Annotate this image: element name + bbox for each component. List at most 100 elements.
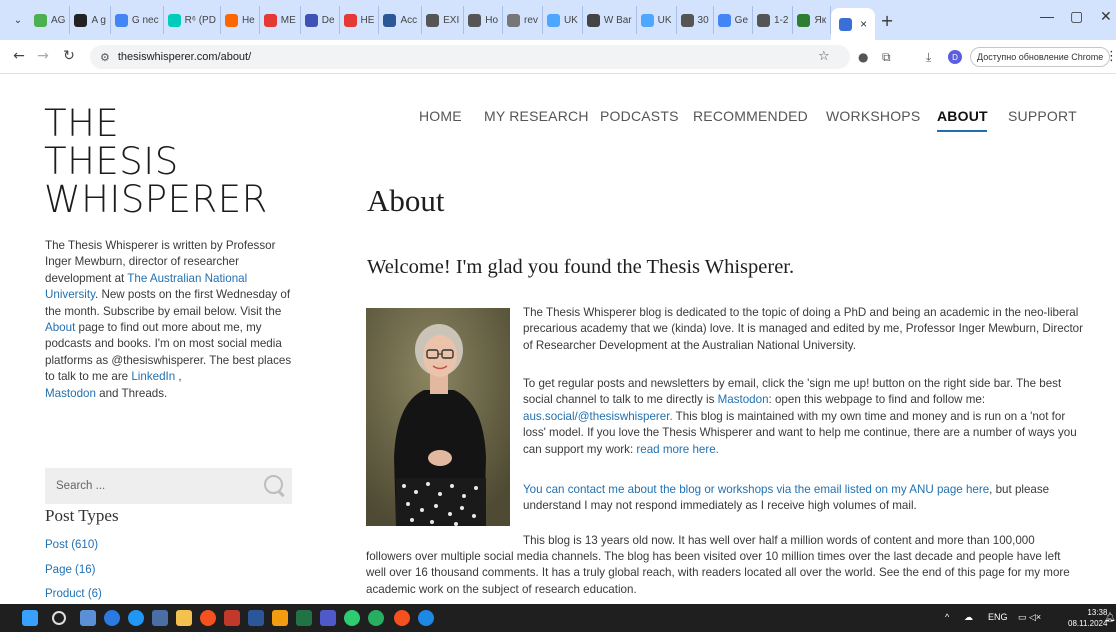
close-window-icon[interactable]: ✕ bbox=[1100, 8, 1112, 25]
app-icon[interactable] bbox=[80, 610, 96, 626]
close-tab-icon[interactable]: × bbox=[860, 17, 867, 31]
tab-label: AG bbox=[51, 14, 66, 26]
browser-tab[interactable]: Ho bbox=[464, 6, 504, 34]
chrome-icon[interactable] bbox=[200, 610, 216, 626]
nav-item-home[interactable]: HOME bbox=[419, 108, 462, 124]
tab-favicon-icon bbox=[757, 13, 771, 27]
browser-menu-icon[interactable]: ⋮ bbox=[1105, 49, 1116, 64]
tab-favicon-icon bbox=[507, 13, 521, 27]
teams-icon[interactable] bbox=[320, 610, 336, 626]
minimize-icon[interactable]: — bbox=[1040, 8, 1054, 24]
browser-tab[interactable]: Як bbox=[793, 6, 832, 34]
browser-tab[interactable]: Acc bbox=[379, 6, 423, 34]
extension-icon[interactable]: ● bbox=[858, 50, 868, 64]
nav-item-podcasts[interactable]: PODCASTS bbox=[600, 108, 679, 124]
search-input[interactable]: Search ... bbox=[56, 480, 256, 492]
tab-label: rev bbox=[524, 14, 538, 26]
bookmark-star-icon[interactable]: ☆ bbox=[818, 49, 830, 64]
word-icon[interactable] bbox=[248, 610, 264, 626]
main-navigation: HOME MY RESEARCH PODCASTS RECOMMENDED WORKSH… bbox=[0, 108, 1116, 132]
nav-item-support[interactable]: SUPPORT bbox=[1008, 108, 1077, 124]
powerpoint-icon[interactable] bbox=[224, 610, 240, 626]
about-paragraph-4-rest: followers over multiple social media cha… bbox=[366, 550, 1070, 596]
tab-favicon-icon bbox=[680, 13, 694, 27]
app-icon[interactable] bbox=[128, 610, 144, 626]
site-info-icon[interactable]: ⚙ bbox=[100, 51, 110, 64]
app-icon[interactable] bbox=[272, 610, 288, 626]
nav-item-workshops[interactable]: WORKSHOPS bbox=[826, 108, 920, 124]
address-bar[interactable]: ⚙ thesiswhisperer.com/about/ bbox=[90, 45, 850, 69]
wifi-sound-icon[interactable]: ▭ ◁× bbox=[1018, 612, 1041, 623]
browser-tab[interactable]: HE bbox=[340, 6, 380, 34]
post-type-link[interactable]: Page (16) bbox=[45, 558, 102, 583]
browser-tab[interactable]: De bbox=[301, 6, 340, 34]
clock-time: 13:38 bbox=[1087, 608, 1108, 617]
app-icon[interactable] bbox=[368, 610, 384, 626]
restore-icon[interactable]: ▢ bbox=[1070, 8, 1083, 25]
tab-favicon-icon bbox=[546, 13, 560, 27]
anu-page-contact-link[interactable]: You can contact me about the blog or wor… bbox=[523, 483, 989, 496]
nav-item-recommended[interactable]: RECOMMENDED bbox=[693, 108, 808, 124]
tab-label: UK bbox=[657, 14, 672, 26]
browser-tab[interactable]: rev bbox=[503, 6, 543, 34]
language-indicator[interactable]: ENG bbox=[988, 612, 1008, 622]
extensions-puzzle-icon[interactable]: ⧉ bbox=[882, 50, 891, 65]
clock[interactable]: 13:38 08.11.2024 bbox=[1068, 607, 1107, 629]
reload-icon[interactable]: ↻ bbox=[58, 48, 80, 64]
tab-active[interactable]: × bbox=[831, 8, 876, 40]
tab-favicon-icon bbox=[34, 13, 47, 27]
author-portrait-image bbox=[366, 308, 510, 526]
search-taskbar-icon[interactable] bbox=[52, 611, 66, 625]
profile-avatar[interactable]: D bbox=[948, 50, 962, 64]
mastodon-link[interactable]: Mastodon bbox=[45, 387, 96, 400]
nav-active-underline bbox=[937, 130, 987, 132]
tab-favicon-icon bbox=[74, 13, 88, 27]
read-more-link[interactable]: read more here. bbox=[636, 443, 719, 456]
chrome-update-button[interactable]: Доступно обновление Chrome bbox=[970, 47, 1111, 67]
about-link[interactable]: About bbox=[45, 321, 75, 334]
file-explorer-icon[interactable] bbox=[176, 610, 192, 626]
download-icon[interactable]: ⤓ bbox=[926, 50, 931, 65]
chrome-icon[interactable] bbox=[394, 610, 410, 626]
post-type-link[interactable]: Post (610) bbox=[45, 533, 102, 558]
app-icon[interactable] bbox=[344, 610, 360, 626]
tab-search-chevron-icon[interactable]: ⌄ bbox=[6, 8, 30, 32]
nav-item-my-research[interactable]: MY RESEARCH bbox=[484, 108, 589, 124]
browser-tab[interactable]: R⁶ (PD bbox=[164, 6, 221, 34]
tab-favicon-icon bbox=[797, 13, 811, 27]
excel-icon[interactable] bbox=[296, 610, 312, 626]
search-icon[interactable] bbox=[256, 468, 292, 504]
notification-bell-icon[interactable]: 🔔︎ bbox=[1104, 612, 1115, 623]
calculator-icon[interactable] bbox=[152, 610, 168, 626]
browser-tab[interactable]: Ge bbox=[714, 6, 754, 34]
browser-tab[interactable]: W Bar bbox=[583, 6, 637, 34]
browser-tab[interactable]: 30 bbox=[677, 6, 714, 34]
browser-tab[interactable]: 1-2 bbox=[753, 6, 794, 34]
browser-tab[interactable]: EXI bbox=[422, 6, 465, 34]
linkedin-link[interactable]: LinkedIn bbox=[131, 370, 175, 383]
browser-tab[interactable]: UK bbox=[543, 6, 583, 34]
post-type-link[interactable]: Product (6) bbox=[45, 582, 102, 604]
cloud-icon[interactable]: ☁ bbox=[964, 612, 973, 623]
sidebar-intro: The Thesis Whisperer is written by Profe… bbox=[45, 238, 297, 402]
back-icon[interactable]: ← bbox=[8, 48, 30, 64]
tab-favicon-icon bbox=[304, 13, 318, 27]
app-icon[interactable] bbox=[418, 610, 434, 626]
mastodon-handle-link[interactable]: aus.social/@thesiswhisperer. bbox=[523, 410, 673, 423]
browser-tab[interactable]: UK bbox=[637, 6, 677, 34]
browser-tab[interactable]: G nec bbox=[111, 6, 164, 34]
app-icon[interactable] bbox=[104, 610, 120, 626]
tab-label: 30 bbox=[697, 14, 709, 26]
mastodon-link-main[interactable]: Mastodon bbox=[718, 393, 769, 406]
forward-icon[interactable]: → bbox=[32, 48, 54, 64]
search-box[interactable]: Search ... bbox=[45, 468, 292, 504]
browser-tab[interactable]: A g bbox=[70, 6, 111, 34]
start-button-icon[interactable] bbox=[22, 610, 38, 626]
tab-label: HE bbox=[360, 14, 375, 26]
new-tab-button[interactable]: + bbox=[875, 11, 899, 30]
nav-item-about[interactable]: ABOUT bbox=[937, 108, 988, 124]
browser-tab[interactable]: He bbox=[221, 6, 260, 34]
browser-tab[interactable]: AG bbox=[30, 6, 71, 34]
tray-chevron-icon[interactable]: ^ bbox=[945, 612, 949, 622]
browser-tab[interactable]: ME bbox=[260, 6, 301, 34]
